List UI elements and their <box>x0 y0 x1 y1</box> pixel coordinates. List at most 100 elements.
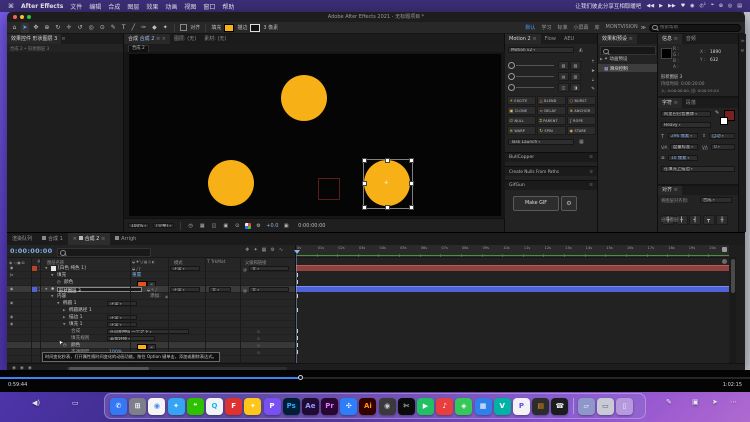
dock-chrome[interactable]: ◉ <box>148 398 165 415</box>
arrow-down-icon[interactable]: ⇣ <box>591 78 595 83</box>
anchor-point-icon[interactable]: ✛ <box>384 180 388 186</box>
exposure-value[interactable]: +0.0 <box>266 223 278 229</box>
slider-knob[interactable] <box>508 62 515 69</box>
dock-displays[interactable]: ▭ <box>597 398 614 415</box>
motion-button-excite[interactable]: +EXCITE <box>507 96 536 105</box>
keyframe-mark[interactable] <box>297 273 298 277</box>
resolution-dropdown[interactable]: (完整) <box>153 223 174 229</box>
dock-app-purple-p[interactable]: P <box>264 398 281 415</box>
window-title-bar[interactable]: Adobe After Effects 2021 - 无标题项目 * <box>7 12 745 22</box>
motion-button-spin[interactable]: ↻SPIN <box>537 126 566 135</box>
target-icon[interactable]: ◎ <box>728 3 732 9</box>
gifgun-settings-button[interactable]: ⚙ <box>561 196 577 211</box>
workspace-tab-库[interactable]: 库 <box>594 24 599 31</box>
panel-expand-icon[interactable]: ≫ <box>741 38 745 43</box>
motion-button-parent[interactable]: ⌗PARENT <box>537 116 566 125</box>
group-row-ellipse[interactable]: ◉ ▼ 椭圆 1 正常 <box>7 300 295 307</box>
tab-aeu[interactable]: AEU <box>560 34 578 44</box>
timeline-search-input[interactable] <box>57 248 151 257</box>
char-stroke-width-dropdown[interactable]: 10 像素 <box>668 155 698 161</box>
include-property-icon[interactable]: ⊙ <box>257 351 260 355</box>
composite-dropdown[interactable]: 在同组中前一个之下 <box>107 329 189 335</box>
trkmat-header[interactable]: T TrkMat <box>207 260 225 265</box>
slider-track[interactable] <box>516 65 554 66</box>
dock-calculator[interactable]: ▤ <box>532 398 549 415</box>
stroke-style-dropdown[interactable]: 在填充上描边 <box>661 166 735 172</box>
include-property-icon[interactable]: ⊙ <box>257 330 260 334</box>
stamp-tool-icon[interactable]: ◆ <box>151 23 159 33</box>
slider-track[interactable] <box>516 76 554 77</box>
pickwhip-icon[interactable]: @ <box>243 267 247 272</box>
pen-tool-icon[interactable]: ✎ <box>109 23 117 33</box>
safe-margins-icon[interactable]: ◷ <box>187 221 194 231</box>
wrench-icon[interactable]: ⚒ <box>741 48 745 53</box>
fill-color-swatch[interactable] <box>224 24 234 32</box>
tracking-dropdown[interactable]: 0 <box>711 144 735 150</box>
work-area-bar[interactable] <box>296 255 729 257</box>
trkmat-dropdown[interactable]: 无 <box>209 287 231 293</box>
chat-icon[interactable]: ❝ <box>711 3 714 9</box>
keyframe-mark[interactable] <box>297 343 298 347</box>
tab-footage-viewer[interactable]: 素材: (无) <box>200 34 230 44</box>
property-name[interactable]: 颜色 <box>64 280 73 285</box>
workspace-overflow-icon[interactable]: ≫ <box>641 25 646 31</box>
group-row-stroke[interactable]: ◉ ▶ 描边 1 正常 <box>7 314 295 321</box>
cursor-tool-icon[interactable]: ➤ <box>591 69 595 74</box>
effect-row-fill[interactable]: ƒx ▼ 填充 重置 <box>7 272 295 279</box>
puppet-pin-tool-icon[interactable]: ✦ <box>161 23 169 33</box>
apple-menu-icon[interactable]: ⌘ <box>8 3 14 10</box>
playhead-line[interactable] <box>296 257 297 363</box>
menu-视图[interactable]: 视图 <box>184 2 196 11</box>
snapshot-camera-icon[interactable]: ▣ <box>282 221 290 231</box>
dock-premiere[interactable]: Pr <box>321 398 338 415</box>
timeline-mini-button[interactable] <box>722 259 727 264</box>
workspace-tab-学习[interactable]: 学习 <box>541 24 551 31</box>
dock-wechat[interactable]: ❝ <box>187 398 204 415</box>
dock-app-v[interactable]: V <box>494 398 511 415</box>
timeline-track-area[interactable]: 0s01s02s03s04s05s06s07s08s09s10s11s12s13… <box>295 245 729 371</box>
workspace-tab-默认[interactable]: 默认 <box>525 24 535 31</box>
kerning-dropdown[interactable]: 度量标准 <box>670 144 698 150</box>
grid-icon[interactable]: ▦ <box>579 139 584 145</box>
mask-visibility-icon[interactable]: ◫ <box>210 221 218 231</box>
motion-button-warp[interactable]: ≋WARP <box>507 126 536 135</box>
transparency-grid-icon[interactable]: ⊙ <box>234 221 241 231</box>
group-row-ellipse-path[interactable]: ▶ 椭圆路径 1 <box>7 307 295 314</box>
exposure-gear-icon[interactable]: ⚙ <box>255 221 262 231</box>
seek-handle[interactable] <box>298 375 303 380</box>
eye-icon[interactable]: ◉ <box>10 301 13 305</box>
dock-after-effects[interactable]: Ae <box>302 398 319 415</box>
property-row-fill-color[interactable]: ◷ 颜色 ➔ <box>7 279 295 286</box>
bullcopper-panel-tab[interactable]: BullCopper≡ <box>505 152 597 162</box>
motion-button-blend[interactable]: △BLEND <box>537 96 566 105</box>
camera-tool-icon[interactable]: ◎ <box>87 23 95 33</box>
create-nulls-panel-tab[interactable]: Create Nulls From Paths≡ <box>505 166 597 176</box>
rotate-tool-icon[interactable]: ↺ <box>76 23 84 33</box>
keyframe-mark[interactable] <box>297 294 298 298</box>
vscrollbar-thumb[interactable] <box>731 259 735 293</box>
selection-handle[interactable] <box>385 205 390 210</box>
twirl-icon[interactable]: ▶ <box>63 309 65 312</box>
pan-camera-tool-icon[interactable]: ✛ <box>65 23 73 33</box>
twirl-icon[interactable]: ▼ <box>45 267 47 270</box>
eyedropper-icon[interactable]: ✎ <box>715 110 719 116</box>
tab-effects-presets[interactable]: 效果和预设 ≡ <box>598 34 637 44</box>
line-tool-icon[interactable]: ╱ <box>130 23 137 33</box>
eye-icon[interactable]: ◉ <box>10 322 13 326</box>
keyframe-mark[interactable] <box>297 308 298 312</box>
twirl-icon[interactable]: ▼ <box>51 274 53 277</box>
font-size-dropdown[interactable]: 296 像素 <box>668 133 698 139</box>
effects-item-selected[interactable]: ▦ 滑块控制 <box>598 64 657 72</box>
menu-编辑[interactable]: 编辑 <box>89 2 101 11</box>
control-center-icon[interactable]: ▤ <box>737 3 742 9</box>
brush-tool-icon[interactable]: ✑ <box>140 23 148 33</box>
tab-comp3[interactable]: Arrigh <box>110 233 141 245</box>
pencil-annotate-icon[interactable]: ✎ <box>666 398 672 406</box>
menu-帮助[interactable]: 帮助 <box>222 2 234 11</box>
menu-图层[interactable]: 图层 <box>127 2 139 11</box>
keyframe-mark[interactable] <box>297 336 298 340</box>
close-tab-icon[interactable]: × <box>162 36 166 42</box>
dock-compass-dark[interactable]: ◉ <box>379 398 396 415</box>
twirl-icon[interactable]: ▼ <box>51 295 53 298</box>
slider-knob[interactable] <box>508 73 515 80</box>
